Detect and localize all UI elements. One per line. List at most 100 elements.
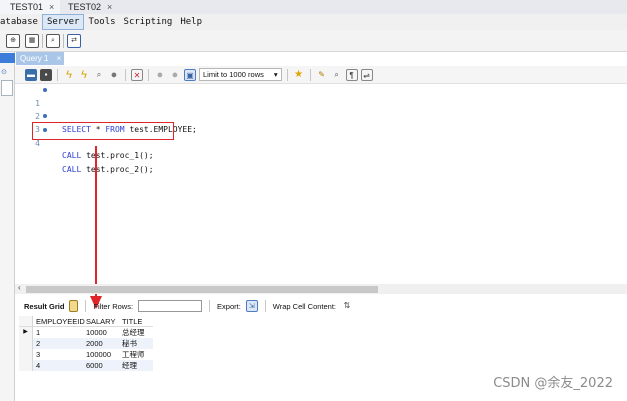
execute-icon[interactable]: ϟ <box>63 69 75 81</box>
export-label: Export: <box>217 301 241 311</box>
wrap-cell-icon[interactable]: ⇅ <box>341 300 353 312</box>
invisible-chars-icon[interactable]: ¶ <box>345 68 358 81</box>
toolbar-divider <box>264 300 266 312</box>
cell-employeeid[interactable]: 1 <box>33 327 83 338</box>
query-tabs <box>15 52 627 66</box>
editor-line: 2 <box>15 97 40 121</box>
watermark: CSDN @余友_2022 <box>493 376 613 391</box>
grid-header-row: EMPLOYEEID SALARY TITLE <box>19 316 153 327</box>
row-header <box>19 349 33 360</box>
navigator-tab[interactable] <box>0 53 15 63</box>
menu-database[interactable]: atabase <box>0 14 42 30</box>
schema-filter-input[interactable] <box>1 80 13 96</box>
toolbar-divider <box>309 68 311 81</box>
filter-rows-input[interactable] <box>138 300 203 312</box>
result-grid-label[interactable]: Result Grid <box>24 302 64 311</box>
reconnect-icon[interactable]: ⇄ <box>67 34 81 48</box>
toolbar-divider <box>209 300 211 312</box>
toolbar-divider <box>148 68 149 81</box>
stop-icon[interactable]: ● <box>108 69 120 81</box>
scrollbar-thumb[interactable] <box>26 286 378 293</box>
cell-salary[interactable]: 10000 <box>83 327 119 338</box>
bookmark-icon[interactable]: ★ <box>293 69 305 81</box>
execute-current-icon[interactable]: ϟ <box>78 69 90 81</box>
tab-query-1[interactable]: Query 1 × <box>16 52 64 65</box>
close-icon[interactable]: × <box>49 0 54 14</box>
result-toolbar: Result Grid Filter Rows: Export: ⇲ Wrap … <box>15 298 627 314</box>
cell-title[interactable]: 秘书 <box>119 338 153 349</box>
schema-icon[interactable]: ⊙ <box>1 68 7 76</box>
menu-bar: atabase Server Tools Scripting Help <box>0 14 627 30</box>
editor-line: 1 SELECT * FROM test.EMPLOYEE; <box>15 84 197 134</box>
scroll-left-icon[interactable]: ‹ <box>18 283 21 292</box>
toolbar-divider <box>42 34 43 48</box>
toolbar-divider <box>286 68 288 81</box>
cell-salary[interactable]: 2000 <box>83 338 119 349</box>
cell-employeeid[interactable]: 4 <box>33 360 83 371</box>
inspector-icon[interactable]: ⌕ <box>46 34 60 48</box>
cell-title[interactable]: 经理 <box>119 360 153 371</box>
toolbar-divider <box>85 300 87 312</box>
limit-label: Limit to 1000 rows <box>203 70 264 79</box>
statement-dot-icon <box>43 88 47 92</box>
highlight-box <box>32 122 174 140</box>
menu-tools[interactable]: Tools <box>84 14 119 30</box>
toolbar-divider <box>125 68 126 81</box>
explain-icon[interactable]: ⌕ <box>93 69 105 81</box>
editor-toolbar: ▬ ▪ ϟ ϟ ⌕ ● ✕ ● ● ▣ Limit to 1000 rows ▾… <box>15 66 627 84</box>
export-icon[interactable]: ⇲ <box>245 300 258 312</box>
row-header <box>19 316 33 326</box>
toggle-error-icon[interactable]: ✕ <box>131 68 143 81</box>
open-schema-icon[interactable]: ▦ <box>25 34 39 48</box>
column-header-title[interactable]: TITLE <box>119 316 153 326</box>
menu-help[interactable]: Help <box>176 14 206 30</box>
filter-rows-label: Filter Rows: <box>93 301 134 311</box>
find-icon[interactable]: ⌕ <box>331 69 343 81</box>
tab-label: TEST01 <box>10 2 44 12</box>
cell-title[interactable]: 工程师 <box>119 349 153 360</box>
table-row[interactable]: 2 2000 秘书 <box>19 338 153 349</box>
rollback-icon[interactable]: ● <box>169 69 181 81</box>
autocommit-icon[interactable]: ▣ <box>184 68 196 81</box>
table-row[interactable]: 4 6000 经理 <box>19 360 153 371</box>
current-row-icon: ▶ <box>19 327 33 338</box>
tab-test02[interactable]: TEST02 × <box>58 0 118 14</box>
close-icon[interactable]: × <box>107 0 112 14</box>
cell-title[interactable]: 总经理 <box>119 327 153 338</box>
beautify-icon[interactable]: ✎ <box>316 69 328 81</box>
toolbar-divider <box>57 68 58 81</box>
row-header <box>19 338 33 349</box>
menu-server[interactable]: Server <box>41 14 85 30</box>
column-header-employeeid[interactable]: EMPLOYEEID <box>33 316 85 326</box>
query-tab-label: Query 1 <box>20 54 49 63</box>
open-file-icon[interactable]: ▬ <box>25 68 37 81</box>
statement-dot-icon <box>43 114 47 118</box>
cell-employeeid[interactable]: 3 <box>33 349 83 360</box>
menu-scripting[interactable]: Scripting <box>120 14 177 30</box>
new-connection-icon[interactable]: ⊕ <box>6 34 20 48</box>
commit-icon[interactable]: ● <box>154 69 166 81</box>
code-text: CALL test.proc_1(); <box>62 151 154 160</box>
chevron-down-icon: ▾ <box>273 70 278 79</box>
toolbar-divider <box>63 34 64 48</box>
code-text: CALL test.proc_2(); <box>62 165 154 174</box>
grid-view-icon[interactable] <box>69 300 79 312</box>
tab-test01[interactable]: TEST01 × <box>0 0 61 14</box>
cell-salary[interactable]: 6000 <box>83 360 119 371</box>
main-toolbar <box>0 30 627 52</box>
close-icon[interactable]: × <box>56 52 61 65</box>
row-header <box>19 360 33 371</box>
tab-label: TEST02 <box>68 2 102 12</box>
wrap-lines-icon[interactable]: ⇌ <box>360 68 373 81</box>
cell-employeeid[interactable]: 2 <box>33 338 83 349</box>
result-grid[interactable]: EMPLOYEEID SALARY TITLE ▶ 1 10000 总经理 2 … <box>19 316 153 371</box>
limit-rows-select[interactable]: Limit to 1000 rows ▾ <box>199 68 282 81</box>
navigator-sidebar <box>0 52 15 401</box>
column-header-salary[interactable]: SALARY <box>83 316 119 326</box>
save-icon[interactable]: ▪ <box>40 68 52 81</box>
sql-editor[interactable]: 1 SELECT * FROM test.EMPLOYEE; 2 3 CALL … <box>15 84 627 284</box>
wrap-cell-label: Wrap Cell Content: <box>272 301 337 311</box>
cell-salary[interactable]: 100000 <box>83 349 119 360</box>
table-row[interactable]: 3 100000 工程师 <box>19 349 153 360</box>
table-row[interactable]: ▶ 1 10000 总经理 <box>19 327 153 338</box>
